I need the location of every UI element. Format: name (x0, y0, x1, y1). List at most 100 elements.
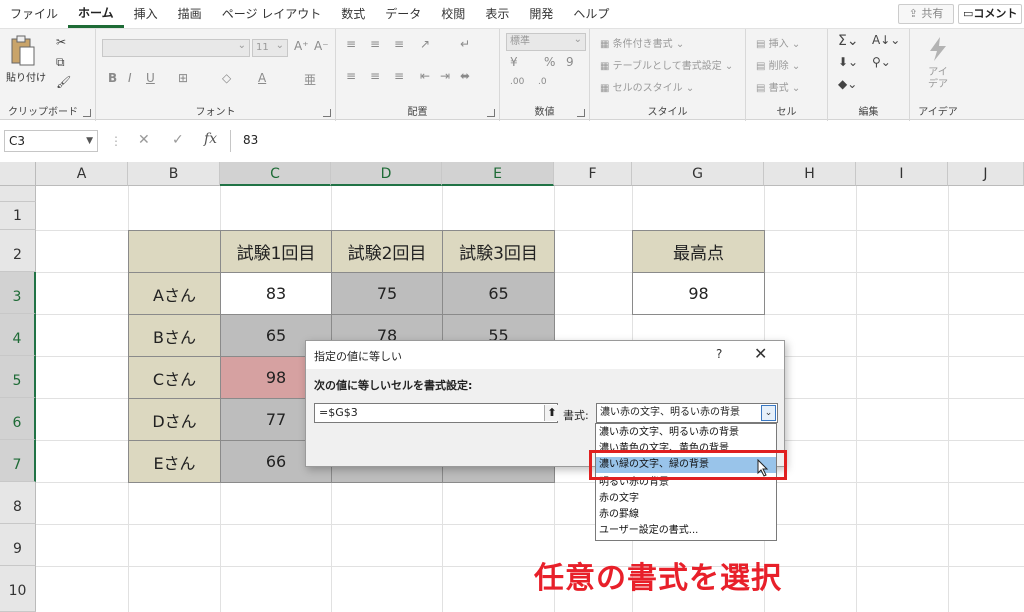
formula-input[interactable]: 83 (230, 130, 1020, 152)
row-header-3[interactable]: 3 (0, 272, 36, 314)
currency-icon[interactable]: ¥ (510, 55, 518, 69)
col-header-a[interactable]: A (36, 162, 128, 186)
format-painter-icon[interactable]: 🖌 (56, 75, 71, 89)
row-header-6[interactable]: 6 (0, 398, 36, 440)
table-value-cell[interactable]: 65 (442, 272, 555, 315)
autosum-icon[interactable]: Σ⌄ (838, 33, 859, 49)
menu-home[interactable]: ホーム (68, 0, 124, 28)
menu-help[interactable]: ヘルプ (563, 0, 619, 28)
format-option[interactable]: 赤の文字 (596, 491, 776, 507)
cell-styles-button[interactable]: ▦ セルのスタイル ⌄ (600, 79, 694, 94)
col-header-e[interactable]: E (442, 162, 554, 186)
name-box[interactable]: C3 ▼ (4, 130, 98, 152)
comment-button[interactable]: ▭コメント (958, 4, 1022, 24)
align-right-icon[interactable]: ≡ (394, 69, 404, 83)
phonetic-icon[interactable]: 亜 (304, 71, 316, 88)
col-header-d[interactable]: D (331, 162, 442, 186)
close-icon[interactable]: ✕ (754, 344, 767, 363)
format-option[interactable]: ユーザー設定の書式... (596, 523, 776, 539)
format-as-table-button[interactable]: ▦ テーブルとして書式設定 ⌄ (600, 57, 733, 72)
align-center-icon[interactable]: ≡ (370, 69, 380, 83)
decrease-decimal-icon[interactable]: .0 (538, 77, 547, 87)
menu-file[interactable]: ファイル (0, 0, 68, 28)
conditional-format-button[interactable]: ▦ 条件付き書式 ⌄ (600, 35, 684, 50)
align-bottom-icon[interactable]: ≡ (394, 37, 404, 51)
merge-center-icon[interactable]: ⬌ (460, 69, 470, 83)
row-header-5[interactable]: 5 (0, 356, 36, 398)
max-score-header[interactable]: 最高点 (632, 230, 765, 273)
number-format-combo[interactable]: 標準 (506, 32, 586, 51)
font-launcher-icon[interactable] (323, 109, 331, 117)
col-header-c[interactable]: C (220, 162, 331, 186)
number-launcher-icon[interactable] (577, 109, 585, 117)
paste-button[interactable] (8, 35, 38, 67)
percent-icon[interactable]: % (544, 55, 555, 69)
table-corner-cell[interactable] (128, 230, 221, 273)
table-header-cell[interactable]: 試験1回目 (220, 230, 332, 273)
font-color-icon[interactable]: A (258, 71, 266, 85)
clipboard-launcher-icon[interactable] (83, 109, 91, 117)
menu-page-layout[interactable]: ページ レイアウト (212, 0, 332, 28)
max-score-value[interactable]: 98 (632, 272, 765, 315)
align-left-icon[interactable]: ≡ (346, 69, 356, 83)
font-name-combo[interactable] (102, 38, 250, 57)
col-header-b[interactable]: B (128, 162, 220, 186)
menu-draw[interactable]: 描画 (168, 0, 212, 28)
table-value-cell[interactable]: 75 (331, 272, 443, 315)
fill-icon[interactable]: ⬇⌄ (838, 55, 858, 69)
format-select[interactable]: 濃い赤の文字、明るい赤の背景 ⌄ (596, 403, 778, 423)
table-row-name-cell[interactable]: Bさん (128, 314, 221, 357)
comma-icon[interactable]: 9 (566, 55, 574, 69)
menu-formulas[interactable]: 数式 (331, 0, 375, 28)
insert-cells-button[interactable]: ▤ 挿入 ⌄ (756, 35, 800, 50)
table-header-cell[interactable]: 試験2回目 (331, 230, 443, 273)
table-row-name-cell[interactable]: Eさん (128, 440, 221, 483)
table-row-name-cell[interactable]: Dさん (128, 398, 221, 441)
font-size-combo[interactable]: 11 (252, 38, 288, 57)
select-all-button[interactable] (0, 162, 36, 186)
col-header-j[interactable]: J (948, 162, 1024, 186)
format-option[interactable]: 赤の罫線 (596, 507, 776, 523)
col-header-f[interactable]: F (554, 162, 632, 186)
fill-color-icon[interactable]: ◇ (222, 71, 231, 85)
copy-icon[interactable]: ⧉ (56, 55, 65, 70)
chevron-down-icon[interactable]: ⌄ (761, 405, 776, 421)
cut-icon[interactable]: ✂ (56, 35, 66, 49)
col-header-g[interactable]: G (632, 162, 764, 186)
row-header-10[interactable]: 10 (0, 566, 36, 612)
sort-filter-icon[interactable]: A↓⌄ (872, 33, 900, 47)
row-header-7[interactable]: 7 (0, 440, 36, 482)
indent-decrease-icon[interactable]: ⇤ (420, 69, 430, 83)
format-option[interactable]: 濃い赤の文字、明るい赤の背景 (596, 425, 776, 441)
italic-icon[interactable]: I (128, 71, 132, 85)
grow-font-icon[interactable]: A⁺ (294, 39, 309, 53)
help-icon[interactable]: ? (716, 347, 722, 361)
find-icon[interactable]: ⚲⌄ (872, 55, 891, 69)
delete-cells-button[interactable]: ▤ 削除 ⌄ (756, 57, 800, 72)
active-cell[interactable]: 83 (220, 272, 332, 315)
shrink-font-icon[interactable]: A⁻ (314, 39, 329, 53)
table-row-name-cell[interactable]: Aさん (128, 272, 221, 315)
menu-insert[interactable]: 挿入 (124, 0, 168, 28)
format-cells-button[interactable]: ▤ 書式 ⌄ (756, 79, 800, 94)
collapse-dialog-icon[interactable]: ⬆ (544, 405, 559, 421)
menu-review[interactable]: 校閲 (431, 0, 475, 28)
menu-view[interactable]: 表示 (475, 0, 519, 28)
align-top-icon[interactable]: ≡ (346, 37, 356, 51)
name-box-dropdown-icon[interactable]: ▼ (86, 131, 93, 151)
table-header-cell[interactable]: 試験3回目 (442, 230, 555, 273)
row-header-2[interactable]: 2 (0, 230, 36, 272)
menu-data[interactable]: データ (375, 0, 431, 28)
border-icon[interactable]: ⊞ (178, 71, 188, 85)
enter-icon[interactable]: ✓ (172, 132, 184, 148)
col-header-i[interactable]: I (856, 162, 948, 186)
insert-function-icon[interactable]: fx (204, 131, 217, 147)
table-row-name-cell[interactable]: Cさん (128, 356, 221, 399)
row-header-9[interactable]: 9 (0, 524, 36, 566)
menu-developer[interactable]: 開発 (519, 0, 563, 28)
align-middle-icon[interactable]: ≡ (370, 37, 380, 51)
wrap-text-icon[interactable]: ↵ (460, 37, 470, 51)
share-button[interactable]: ⇪ 共有 (898, 4, 954, 24)
clear-icon[interactable]: ◆⌄ (838, 77, 857, 91)
ideas-button[interactable]: アイ デア (924, 35, 952, 93)
